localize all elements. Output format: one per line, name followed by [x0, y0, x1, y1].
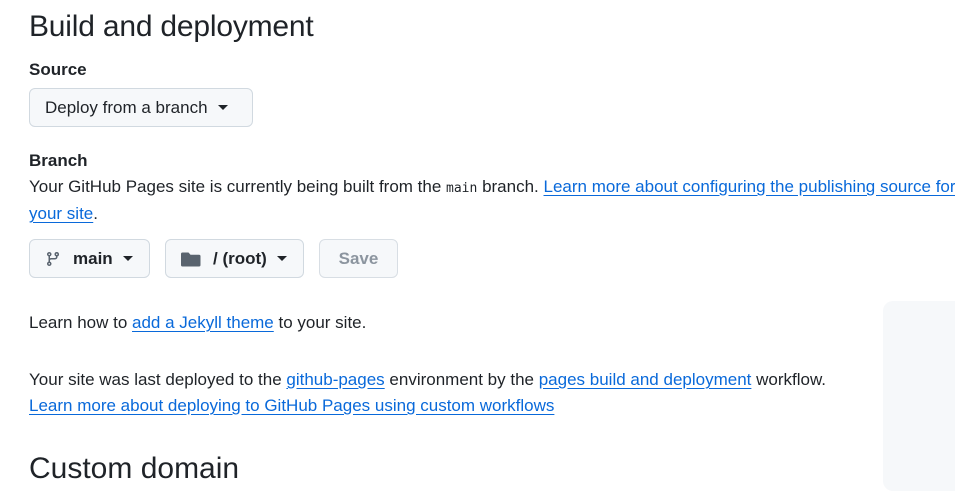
jekyll-before: Learn how to: [29, 313, 132, 332]
deploy-text3: workflow.: [751, 370, 826, 389]
save-button[interactable]: Save: [319, 239, 398, 278]
folder-select-value: / (root): [213, 249, 267, 269]
deploy-text2: environment by the: [385, 370, 539, 389]
custom-workflows-line: Learn more about deploying to GitHub Pag…: [29, 393, 554, 419]
folder-select-button[interactable]: / (root): [165, 239, 304, 278]
branch-select-value: main: [73, 249, 113, 269]
triangle-down-icon: [123, 256, 133, 261]
save-button-label: Save: [339, 249, 379, 269]
source-dropdown-value: Deploy from a branch: [45, 98, 208, 118]
add-jekyll-theme-link[interactable]: add a Jekyll theme: [132, 313, 274, 332]
branch-description: Your GitHub Pages site is currently bein…: [29, 174, 955, 202]
pages-workflow-link[interactable]: pages build and deployment: [539, 370, 752, 389]
jekyll-text: Learn how to add a Jekyll theme to your …: [29, 310, 366, 336]
learn-more-publishing-link[interactable]: Learn more about configuring the publish…: [544, 177, 955, 196]
triangle-down-icon: [277, 256, 287, 261]
folder-icon: [181, 251, 201, 267]
branch-desc-period: .: [93, 204, 98, 223]
branch-desc-before: Your GitHub Pages site is currently bein…: [29, 177, 446, 196]
git-branch-icon: [45, 251, 61, 267]
side-panel: [883, 301, 955, 491]
triangle-down-icon: [218, 105, 228, 110]
section-title: Build and deployment: [29, 10, 314, 44]
learn-more-publishing-link-cont[interactable]: your site: [29, 204, 93, 223]
deploy-text1: Your site was last deployed to the: [29, 370, 286, 389]
source-label: Source: [29, 60, 87, 80]
custom-workflows-link[interactable]: Learn more about deploying to GitHub Pag…: [29, 396, 554, 415]
deploy-text: Your site was last deployed to the githu…: [29, 367, 826, 393]
github-pages-env-link[interactable]: github-pages: [286, 370, 384, 389]
branch-code: main: [446, 181, 477, 196]
branch-description-line2: your site.: [29, 201, 98, 227]
jekyll-after: to your site.: [274, 313, 367, 332]
branch-label: Branch: [29, 151, 88, 171]
branch-desc-after: branch.: [477, 177, 543, 196]
branch-select-button[interactable]: main: [29, 239, 150, 278]
source-dropdown[interactable]: Deploy from a branch: [29, 88, 253, 127]
custom-domain-title: Custom domain: [29, 452, 239, 486]
